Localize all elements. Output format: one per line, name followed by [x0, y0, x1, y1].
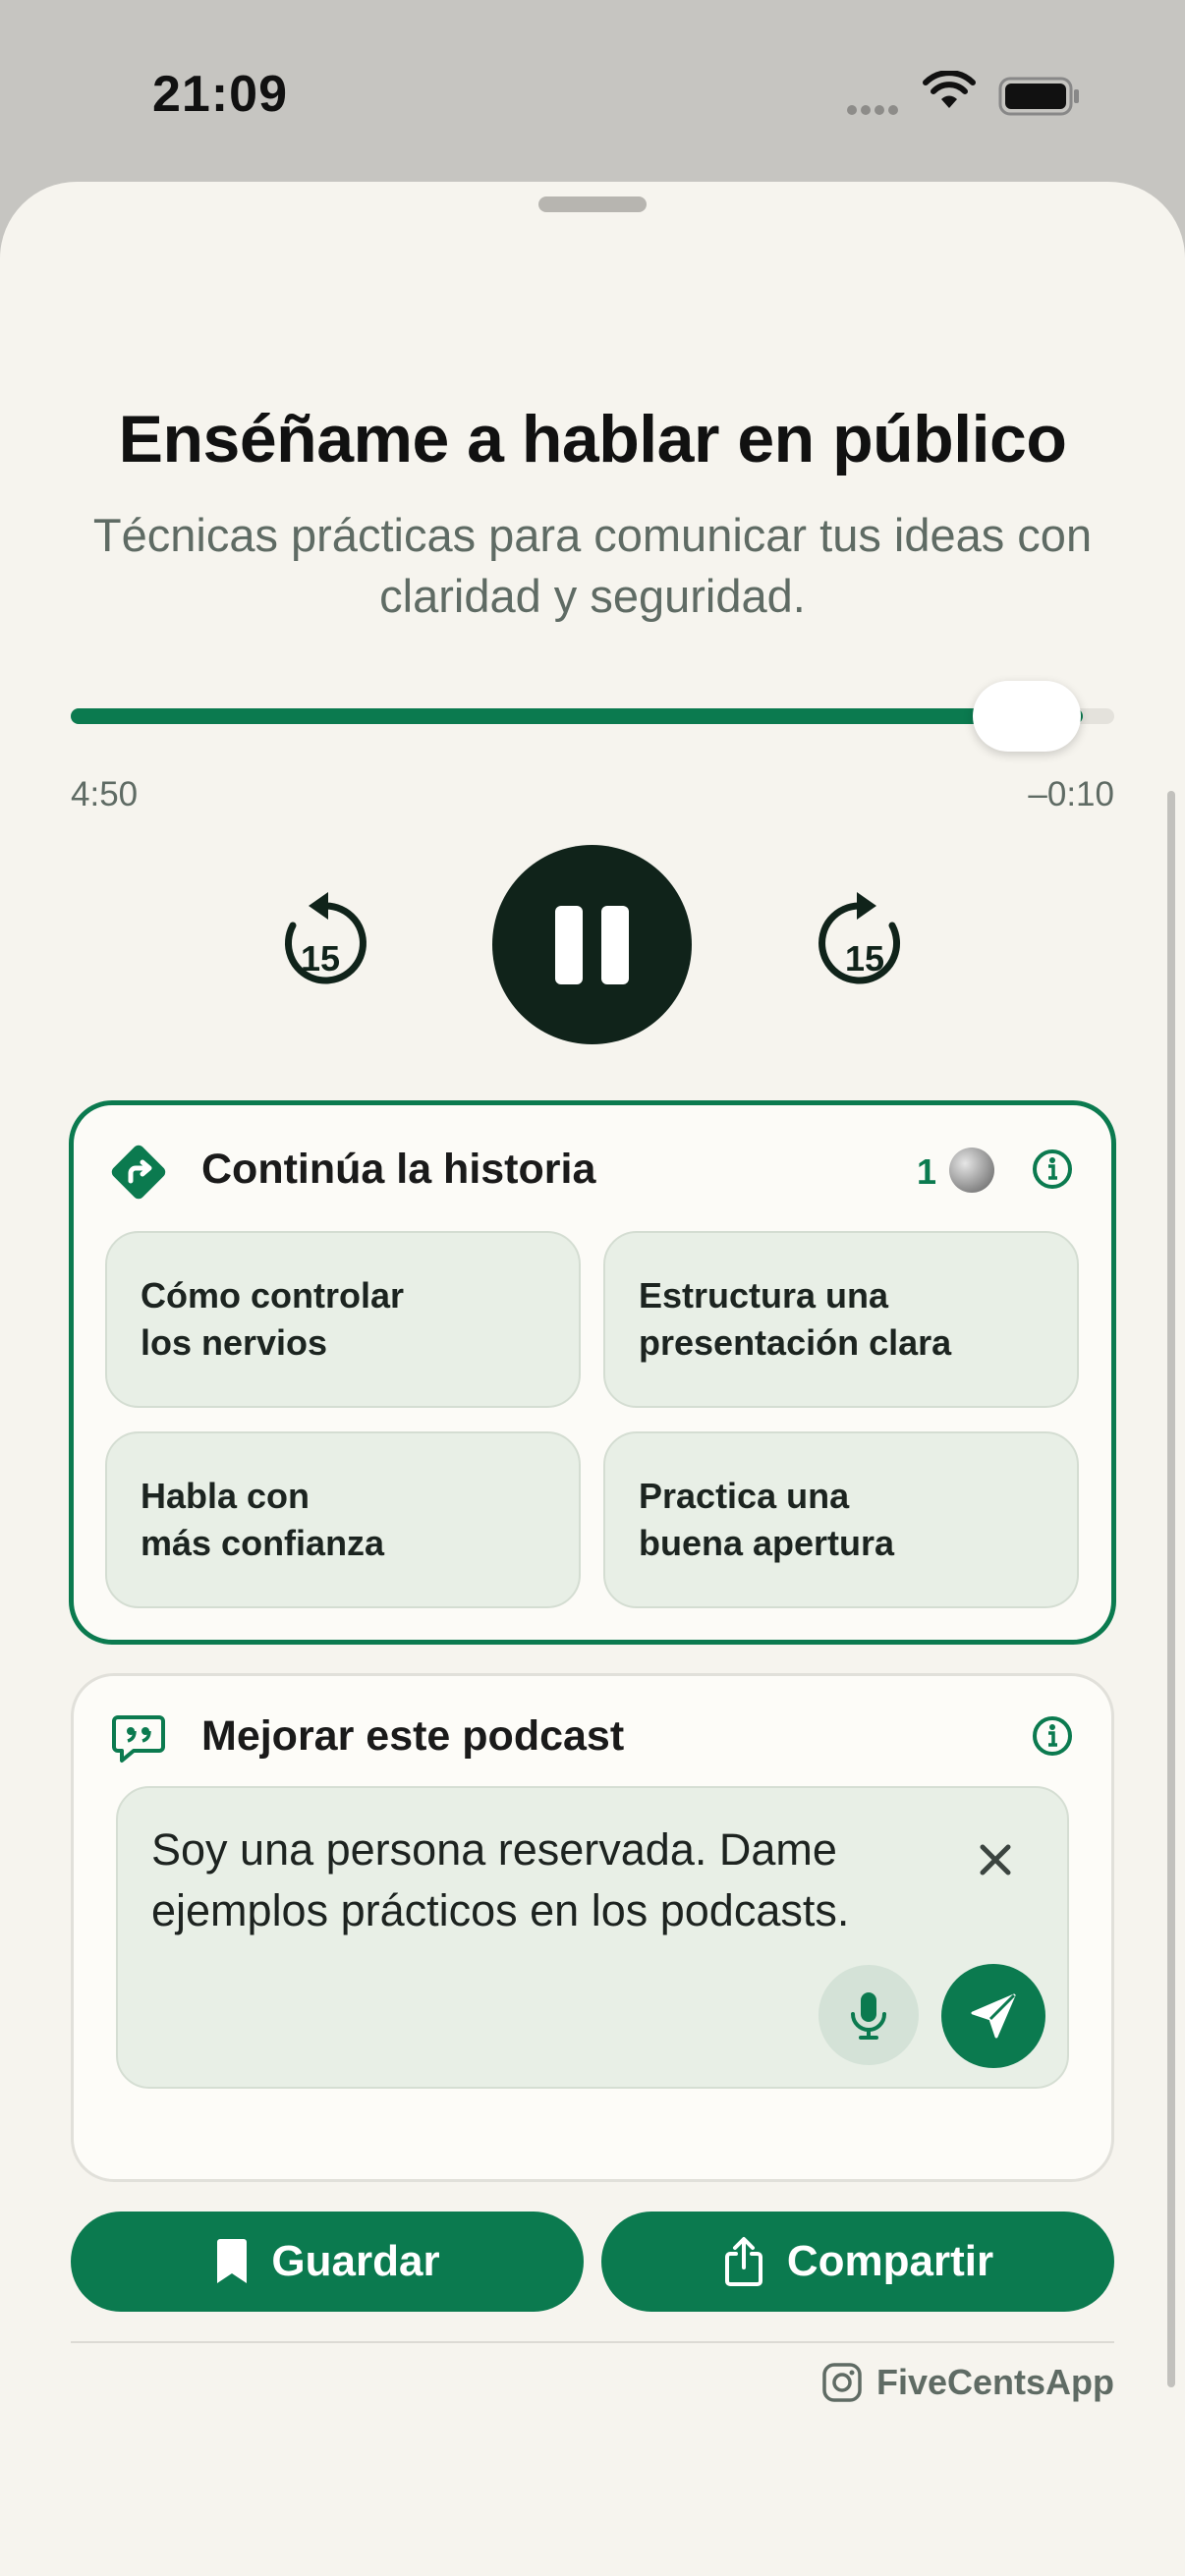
pause-icon-bar — [601, 906, 629, 984]
instagram-icon — [822, 2363, 862, 2402]
story-option-1[interactable]: Cómo controlar los nervios — [105, 1231, 581, 1408]
story-option-4[interactable]: Practica una buena apertura — [603, 1431, 1079, 1608]
info-icon[interactable] — [1031, 1148, 1074, 1191]
story-option-line: Practica una — [639, 1476, 850, 1516]
pause-icon — [555, 906, 583, 984]
status-time: 21:09 — [152, 66, 288, 123]
pause-button[interactable] — [492, 845, 692, 1044]
bookmark-icon — [217, 2239, 248, 2283]
sheet-grabber[interactable] — [538, 196, 647, 212]
elapsed-time: 4:50 — [71, 775, 139, 813]
quote-bubble-icon — [112, 1715, 165, 1763]
info-icon[interactable] — [1031, 1714, 1074, 1758]
battery-icon — [998, 77, 1079, 116]
story-option-line: buena apertura — [639, 1523, 895, 1563]
progress-slider[interactable] — [71, 708, 1114, 724]
story-option-line: Estructura una — [639, 1275, 889, 1316]
episode-title: Enséñame a hablar en público — [118, 402, 1067, 476]
story-option-line: presentación clara — [639, 1322, 952, 1363]
save-button-label: Guardar — [271, 2237, 440, 2285]
share-button-label: Compartir — [786, 2237, 994, 2285]
progress-thumb[interactable] — [973, 681, 1081, 752]
svg-text:15: 15 — [301, 938, 340, 979]
close-icon[interactable] — [973, 1837, 1018, 1882]
story-option-line: Cómo controlar — [141, 1275, 405, 1316]
microphone-button[interactable] — [818, 1965, 919, 2065]
feedback-input-value[interactable]: Soy una persona reservada. Dame ejemplos… — [151, 1820, 898, 1941]
coin-count: 1 — [917, 1151, 937, 1192]
skip-back-15-icon[interactable]: 15 — [273, 890, 367, 994]
progress-fill — [71, 708, 1084, 724]
brand-name: FiveCentsApp — [875, 2362, 1114, 2402]
send-icon — [971, 1993, 1016, 2039]
continue-story-title: Continúa la historia — [201, 1146, 596, 1193]
divider — [71, 2341, 1114, 2343]
brand-link[interactable]: FiveCentsApp — [821, 2362, 1114, 2403]
story-option-2[interactable]: Estructura una presentación clara — [603, 1231, 1079, 1408]
skip-forward-15-icon[interactable]: 15 — [818, 890, 912, 994]
coin-icon — [949, 1148, 994, 1193]
turn-right-icon — [111, 1145, 166, 1200]
send-button[interactable] — [941, 1964, 1045, 2068]
share-button[interactable]: Compartir — [601, 2212, 1114, 2312]
remaining-time: –0:10 — [1028, 775, 1114, 813]
svg-text:15: 15 — [845, 938, 884, 979]
status-bar: 21:09 — [0, 0, 1185, 182]
episode-subtitle: Técnicas prácticas para comunicar tus id… — [92, 509, 1093, 622]
save-button[interactable]: Guardar — [71, 2212, 584, 2312]
story-option-line: Habla con — [141, 1476, 310, 1516]
story-option-line: más confianza — [141, 1523, 385, 1563]
share-icon — [724, 2237, 762, 2286]
improve-podcast-title: Mejorar este podcast — [201, 1712, 625, 1760]
microphone-icon — [851, 1992, 886, 2040]
story-option-line: los nervios — [141, 1322, 328, 1363]
story-option-3[interactable]: Habla con más confianza — [105, 1431, 581, 1608]
signal-dots-icon — [847, 102, 908, 115]
wifi-icon — [923, 71, 976, 108]
scroll-indicator[interactable] — [1167, 791, 1175, 2387]
